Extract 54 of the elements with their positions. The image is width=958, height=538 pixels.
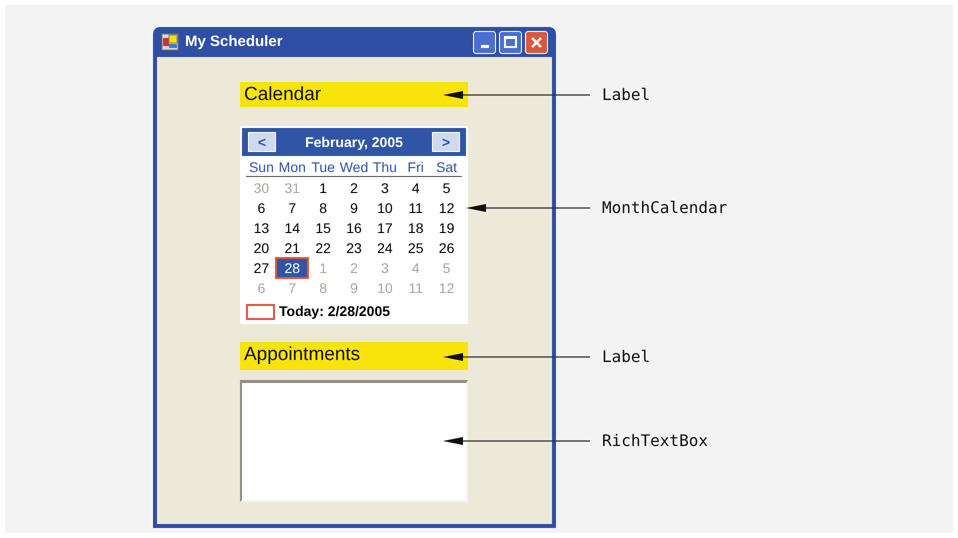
calendar-day[interactable]: 27 xyxy=(254,259,270,277)
calendar-day[interactable]: 1 xyxy=(319,179,328,197)
calendar-day[interactable]: 11 xyxy=(408,199,423,217)
calendar-day[interactable]: 6 xyxy=(258,199,266,217)
window-title: My Scheduler xyxy=(185,32,284,52)
calendar-day[interactable]: 23 xyxy=(346,239,362,257)
calendar-day[interactable]: 18 xyxy=(408,219,424,237)
previous-month-button[interactable]: < xyxy=(248,132,276,152)
weekday-heading: Sun xyxy=(248,158,275,176)
callout-label: Label xyxy=(602,347,650,367)
appointments-label: Appointments xyxy=(240,342,468,370)
weekday-heading: Wed xyxy=(338,158,370,176)
app-icon xyxy=(161,33,179,51)
calendar-day[interactable]: 22 xyxy=(315,239,331,257)
calendar-day[interactable]: 19 xyxy=(438,219,454,237)
weekday-heading: Tue xyxy=(310,158,336,176)
month-calendar[interactable]: < February, 2005 > Sun Mon Tue Wed Thu Fri Sat 30 31 1 2 3 4 5 6 7 8 9 10 11 12 13 14 15 16 17 18 19 20 21 22 23 24 25 26 27 28 1 2 3 4 5 6 7 8 9 10 11 12 Today: 2/28/2005 xyxy=(240,126,468,324)
calendar-day[interactable]: 26 xyxy=(438,239,454,257)
calendar-day[interactable]: 3 xyxy=(380,179,389,197)
calendar-day[interactable]: 13 xyxy=(254,219,270,237)
callout-label: MonthCalendar xyxy=(602,198,728,218)
calendar-day[interactable]: 5 xyxy=(442,179,450,197)
callout-label: Label xyxy=(602,85,650,105)
minimize-button[interactable] xyxy=(473,30,496,54)
calendar-day[interactable]: 2 xyxy=(350,179,358,197)
weekday-heading: Sat xyxy=(435,158,458,176)
weekday-heading: Mon xyxy=(278,158,307,176)
today-link[interactable]: Today: 2/28/2005 xyxy=(279,301,390,322)
callout-label: RichTextBox xyxy=(602,431,708,451)
next-month-button[interactable]: > xyxy=(432,132,460,152)
calendar-day[interactable]: 16 xyxy=(346,219,362,237)
month-title: February, 2005 xyxy=(305,132,403,152)
calendar-day[interactable]: 10 xyxy=(377,199,393,217)
calendar-day[interactable]: 9 xyxy=(350,199,358,217)
calendar-day[interactable]: 17 xyxy=(377,219,393,237)
calendar-day[interactable]: 28 xyxy=(277,259,308,277)
calendar-day[interactable]: 15 xyxy=(315,219,331,237)
calendar-day[interactable]: 12 xyxy=(438,199,454,217)
calendar-label: Calendar xyxy=(240,82,468,107)
close-button[interactable] xyxy=(525,30,548,54)
calendar-day[interactable]: 20 xyxy=(254,239,270,257)
rich-text-box[interactable] xyxy=(240,380,468,502)
maximize-button[interactable] xyxy=(499,30,522,54)
calendar-day[interactable]: 8 xyxy=(319,199,328,217)
today-marker-icon xyxy=(246,304,275,320)
weekday-heading: Fri xyxy=(406,158,425,176)
calendar-day[interactable]: 21 xyxy=(284,239,300,257)
calendar-day[interactable]: 4 xyxy=(412,179,420,197)
calendar-day[interactable]: 14 xyxy=(284,219,300,237)
close-icon xyxy=(530,36,543,48)
calendar-day[interactable]: 24 xyxy=(377,239,393,257)
calendar-day[interactable]: 7 xyxy=(288,199,296,217)
weekday-heading: Thu xyxy=(372,158,398,176)
calendar-day[interactable]: 25 xyxy=(408,239,424,257)
